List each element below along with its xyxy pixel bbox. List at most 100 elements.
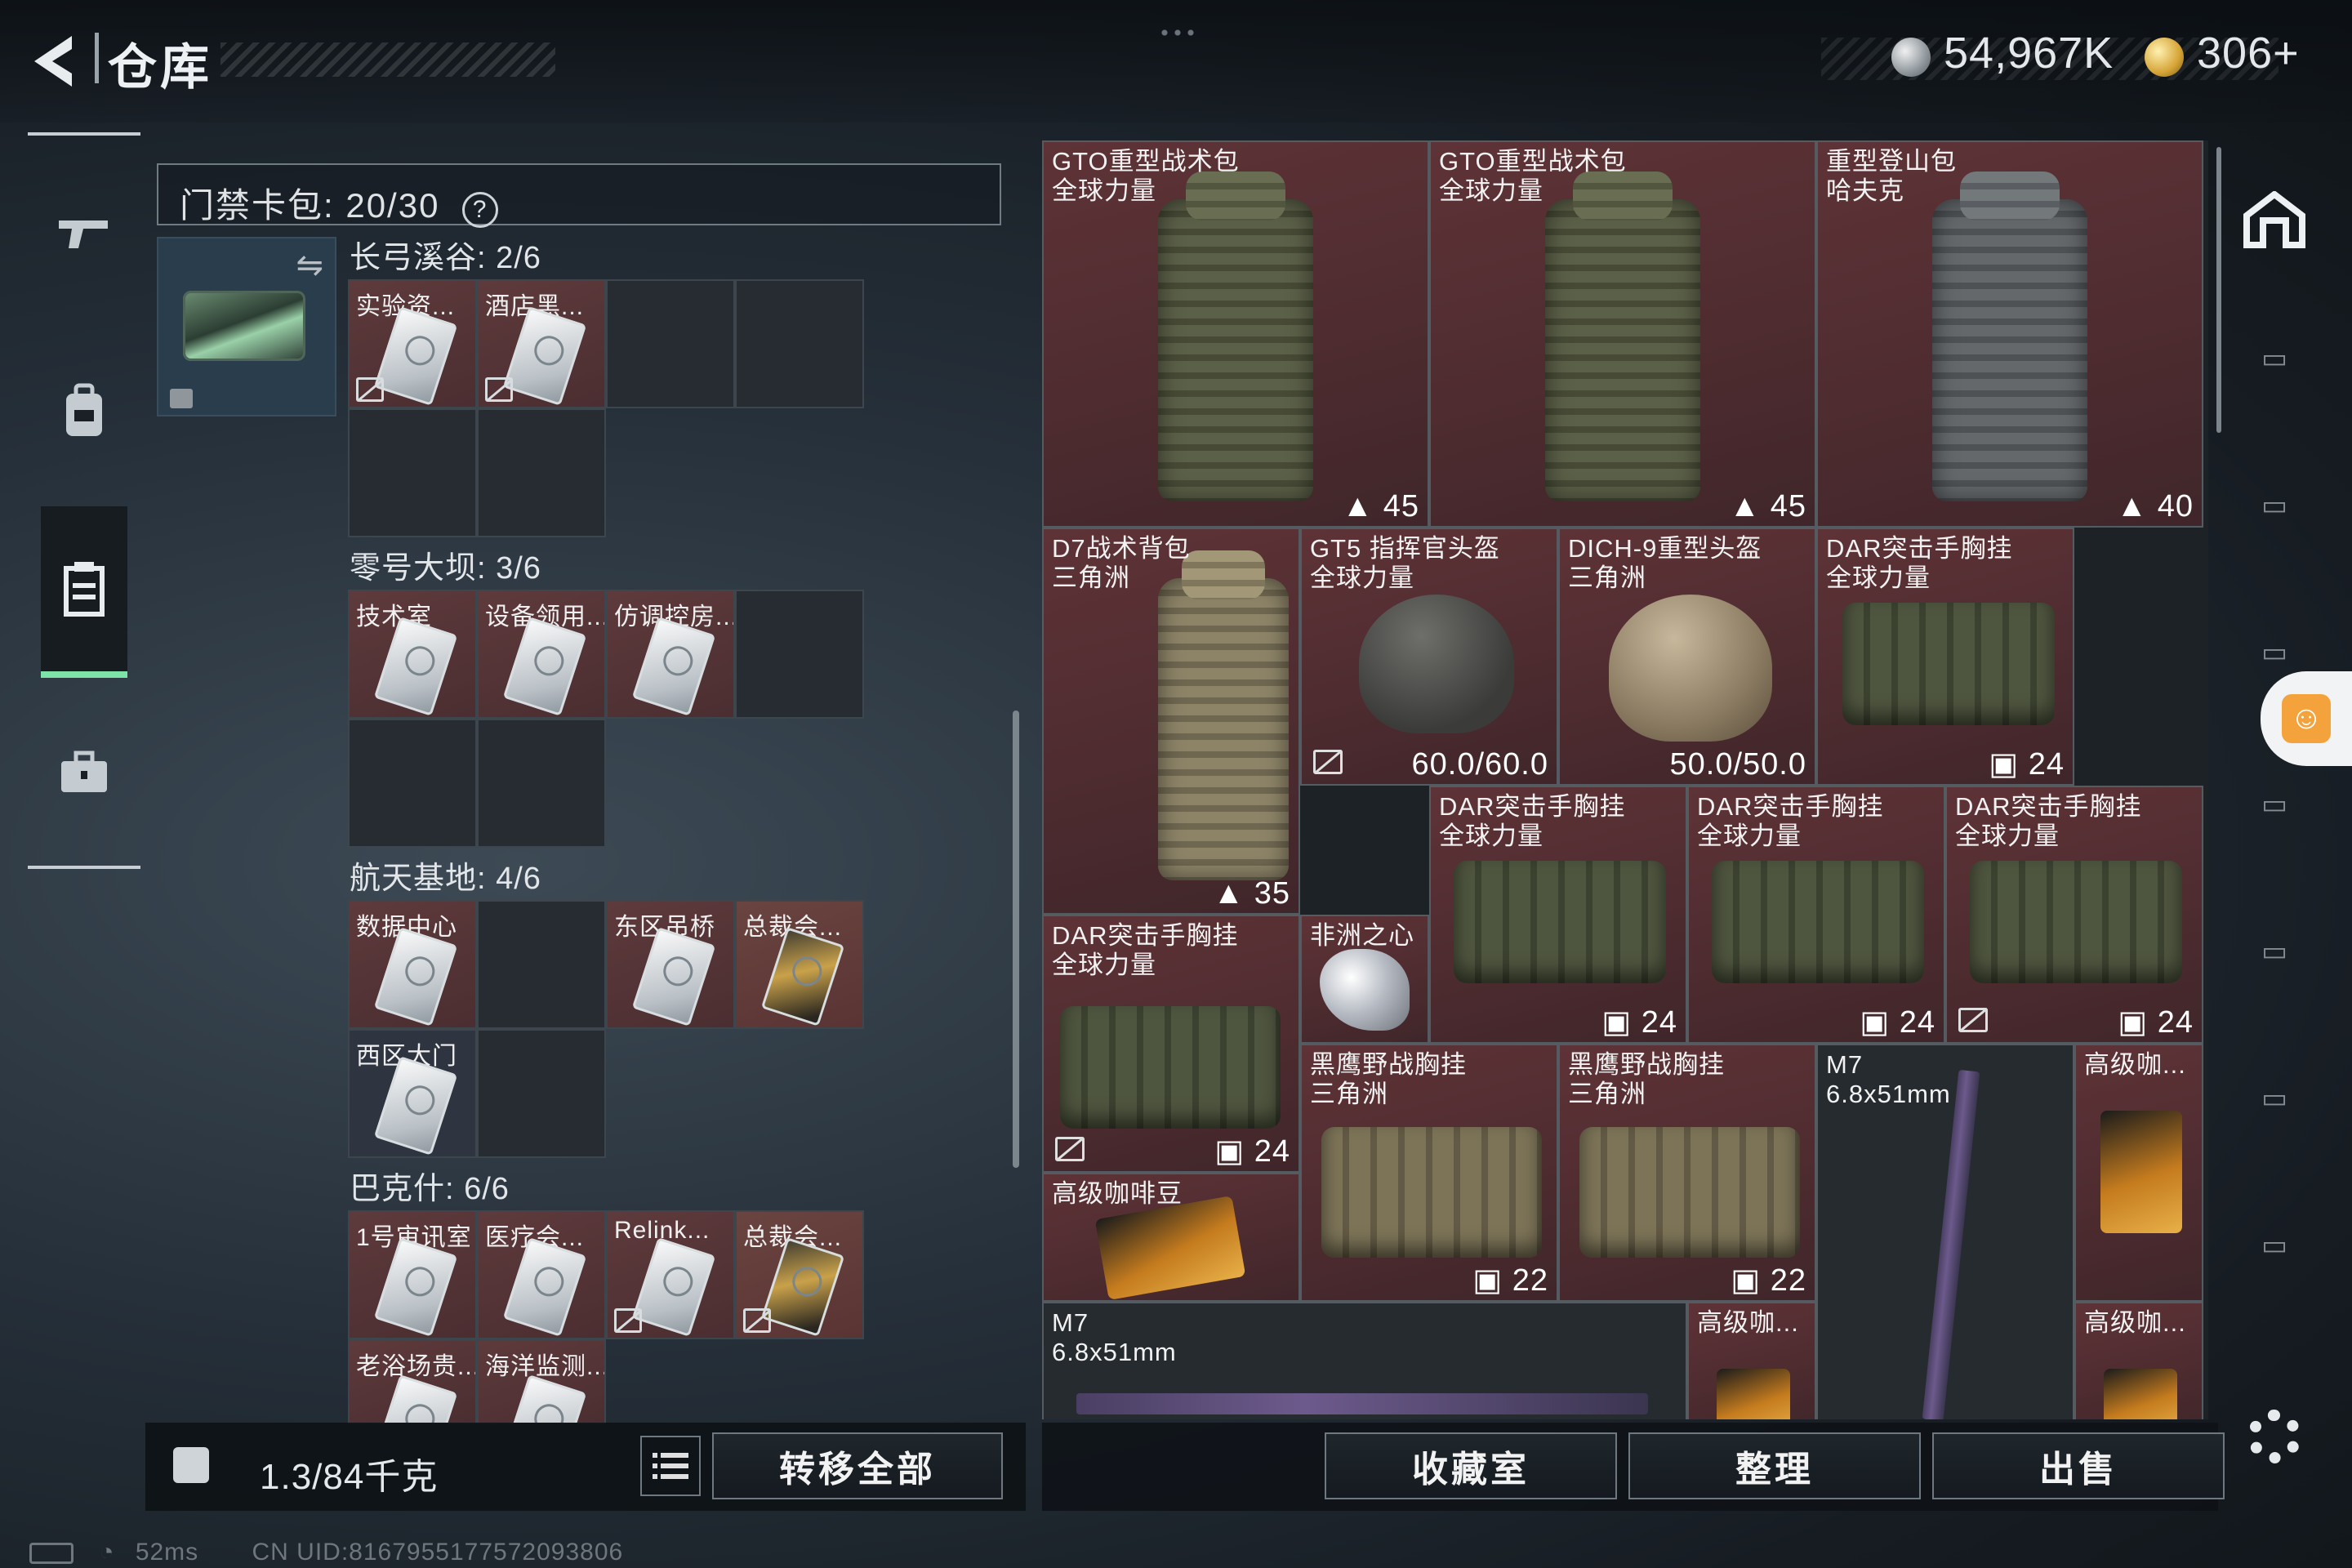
item-backpack[interactable]: GTO重型战术包 全球力量 ▲ 45 [1042,140,1429,528]
card-slot[interactable]: 仿调控房... [606,590,735,719]
item-chest-rig[interactable]: 黑鹰野战胸挂 三角洲 ▣ 22 [1558,1044,1816,1302]
empty-slot[interactable] [477,1029,606,1158]
item-name: DAR突击手胸挂 全球力量 [1826,534,2013,592]
card-slot[interactable]: 实验资... [348,279,477,408]
item-chest-rig[interactable]: DAR突击手胸挂 全球力量 ▣ 24 [1945,786,2203,1044]
nav-toolbox[interactable] [41,702,127,841]
battery-icon [29,1543,74,1565]
item-heart-of-africa[interactable]: 非洲之心 [1300,915,1429,1044]
item-helmet[interactable]: DICH-9重型头盔 三角洲 50.0/50.0 [1558,528,1816,786]
nav-case-6[interactable]: ▭ [2230,1054,2319,1143]
nav-storage[interactable] [41,506,127,678]
card-slot[interactable]: 设备领用... [477,590,606,719]
backpack-icon [66,383,102,436]
item-count: ▣ 24 [2118,1005,2194,1040]
card-slot[interactable]: 海洋监测... [477,1339,606,1424]
card-slot[interactable]: 数据中心 [348,900,477,1029]
card-slot[interactable]: 1号审讯室 [348,1210,477,1339]
chest-rig-image [1842,603,2055,725]
empty-slot[interactable] [477,719,606,848]
item-count: ▲ 40 [2116,489,2194,523]
chest-rig-image [1060,1006,1281,1129]
sell-button[interactable]: 出售 [1932,1432,2225,1499]
no-insure-icon [1313,750,1343,774]
empty-slot[interactable] [735,279,864,408]
nav-case-1[interactable]: ▭ [2230,314,2319,403]
card-slot[interactable]: 西区大门 [348,1029,477,1158]
item-rifle[interactable]: M7 6.8x51mm [1816,1044,2074,1419]
item-coffee[interactable]: 高级咖啡豆 [1042,1173,1300,1302]
silver-coin-icon [1891,38,1931,77]
item-coffee[interactable]: 高级咖... [1687,1302,1816,1419]
item-count: ▣ 24 [1601,1005,1677,1040]
item-name: DAR突击手胸挂 全球力量 [1955,792,2142,850]
empty-slot[interactable] [348,408,477,537]
item-chest-rig[interactable]: DAR突击手胸挂 全球力量 ▣ 24 [1816,528,2074,786]
currency-silver: 54,967K [1944,29,2114,78]
left-scrollbar[interactable] [1013,710,1019,1168]
list-view-button[interactable] [640,1436,701,1496]
nav-weapons[interactable] [41,163,127,302]
card-slot[interactable]: 总裁会... [735,1210,864,1339]
empty-slot[interactable] [348,719,477,848]
helmet-image [1359,595,1514,733]
item-coffee[interactable]: 高级咖... [2074,1302,2203,1419]
backpack-image [1932,199,2087,501]
empty-slot[interactable] [735,590,864,719]
no-insure-icon [485,377,513,402]
gold-coin-icon [2145,38,2184,77]
nav-backpack[interactable] [41,341,127,480]
help-icon[interactable]: ? [462,192,499,228]
grid-scrollbar[interactable] [2216,147,2221,433]
gear-icon[interactable] [2247,1410,2301,1463]
nav-case-2[interactable]: ▭ [2230,461,2319,550]
capacity-icon: ▣ [1860,1005,1900,1040]
organize-button[interactable]: 整理 [1628,1432,1921,1499]
capacity-icon: ▲ [1213,876,1254,911]
key-card-holder[interactable]: ⇋ [157,237,336,416]
nav-case-4[interactable]: ▭ [2230,760,2319,849]
access-card-header: 门禁卡包: 20/30 ? [157,163,1001,228]
item-durability: 50.0/50.0 [1669,747,1806,782]
card-slot[interactable]: 老浴场贵... [348,1339,477,1424]
no-insure-icon [743,1308,771,1333]
wifi-icon: ◔ [99,1539,115,1566]
empty-slot[interactable] [606,279,735,408]
card-slot[interactable]: 东区吊桥 [606,900,735,1029]
item-coffee[interactable]: 高级咖... [2074,1044,2203,1302]
item-count: ▣ 22 [1731,1263,1806,1298]
transfer-all-button[interactable]: 转移全部 [712,1432,1003,1499]
uid-value: CN UID:8167955177572093806 [252,1539,624,1566]
item-backpack[interactable]: 重型登山包 哈夫克 ▲ 40 [1816,140,2203,528]
helmet-image [1609,595,1772,742]
item-name: GTO重型战术包 全球力量 [1052,147,1240,205]
card-slot[interactable]: 酒店黑... [477,279,606,408]
nav-case-5[interactable]: ▭ [2230,906,2319,996]
empty-slot[interactable] [477,900,606,1029]
access-card-image [502,1374,587,1423]
status-bar: ◔ 52ms CN UID:8167955177572093806 [29,1539,623,1566]
collection-room-button[interactable]: 收藏室 [1325,1432,1617,1499]
item-backpack[interactable]: D7战术背包 三角洲 ▲ 35 [1042,528,1300,915]
back-icon[interactable] [28,33,80,90]
empty-slot[interactable] [477,408,606,537]
item-count: ▣ 24 [1860,1005,1936,1040]
item-name: 高级咖啡豆 [1052,1179,1183,1208]
item-rifle[interactable]: M7 6.8x51mm [1042,1302,1687,1419]
item-name: DAR突击手胸挂 全球力量 [1439,792,1626,850]
item-chest-rig[interactable]: DAR突击手胸挂 全球力量 ▣ 24 [1042,915,1300,1173]
card-slot[interactable]: 技术室 [348,590,477,719]
nav-storage-home[interactable] [2230,175,2319,265]
item-chest-rig[interactable]: DAR突击手胸挂 全球力量 ▣ 24 [1687,786,1945,1044]
nav-case-7[interactable]: ▭ [2230,1200,2319,1290]
card-slot[interactable]: 医疗会... [477,1210,606,1339]
item-helmet[interactable]: GT5 指挥官头盔 全球力量 60.0/60.0 [1300,528,1558,786]
item-chest-rig[interactable]: DAR突击手胸挂 全球力量 ▣ 24 [1429,786,1687,1044]
assist-button[interactable]: ☺ [2261,671,2352,766]
card-slot[interactable]: Relink... [606,1210,735,1339]
swap-icon[interactable]: ⇋ [296,247,323,284]
currency-gold[interactable]: 306+ [2197,28,2300,78]
card-slot[interactable]: 总裁会... [735,900,864,1029]
item-chest-rig[interactable]: 黑鹰野战胸挂 三角洲 ▣ 22 [1300,1044,1558,1302]
item-backpack[interactable]: GTO重型战术包 全球力量 ▲ 45 [1429,140,1816,528]
